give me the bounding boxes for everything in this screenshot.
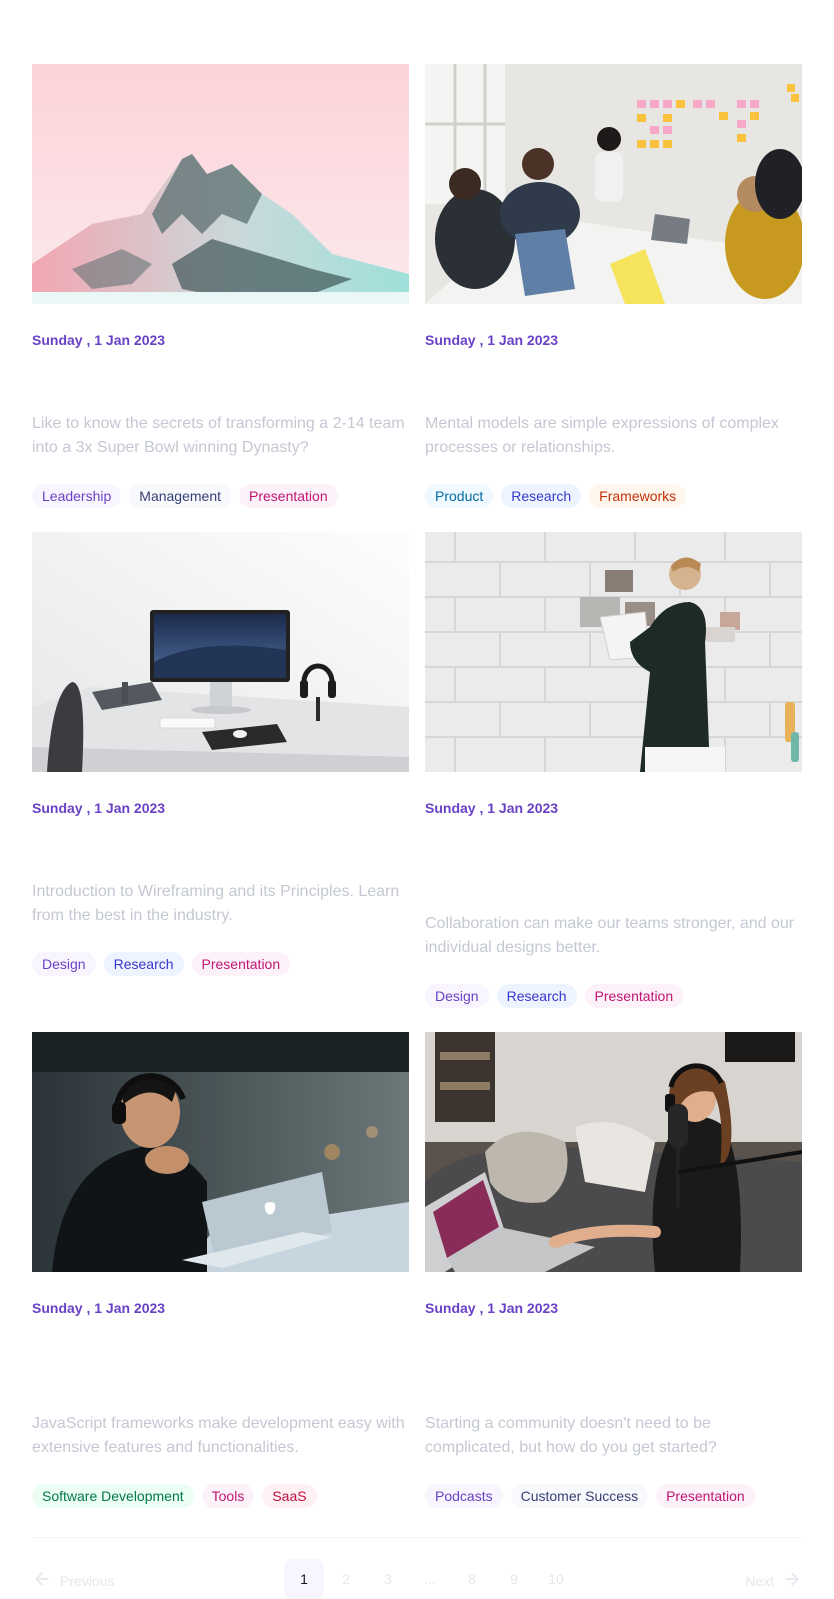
next-button[interactable]: Next <box>745 1569 802 1592</box>
tag-presentation[interactable]: Presentation <box>584 984 684 1008</box>
pagination-divider <box>32 1537 802 1538</box>
post-image-podcast[interactable] <box>425 1032 802 1272</box>
blog-card[interactable]: Sunday , 1 Jan 2023 Starting a community… <box>425 1032 802 1508</box>
tag-saas[interactable]: SaaS <box>262 1484 317 1508</box>
post-image-meeting[interactable] <box>425 64 802 304</box>
blog-card[interactable]: Sunday , 1 Jan 2023 JavaScript framework… <box>32 1032 409 1508</box>
blog-card[interactable]: Sunday , 1 Jan 2023 Like to know the sec… <box>32 64 409 508</box>
tag-presentation[interactable]: Presentation <box>656 1484 755 1508</box>
post-tags: Software Development Tools SaaS <box>32 1484 317 1508</box>
post-date: Sunday , 1 Jan 2023 <box>425 1300 559 1316</box>
tag-design[interactable]: Design <box>425 984 489 1008</box>
tag-management[interactable]: Management <box>129 484 231 508</box>
previous-label: Previous <box>60 1572 115 1589</box>
next-label: Next <box>745 1572 774 1589</box>
post-date: Sunday , 1 Jan 2023 <box>425 332 559 348</box>
post-description: Introduction to Wireframing and its Prin… <box>32 883 400 924</box>
arrow-left-icon <box>32 1569 52 1592</box>
blog-card[interactable]: Sunday , 1 Jan 2023 Mental models are si… <box>425 64 802 508</box>
post-date: Sunday , 1 Jan 2023 <box>32 1300 166 1316</box>
post-description: Like to know the secrets of transforming… <box>32 415 405 456</box>
page-number-8[interactable]: 8 <box>452 1559 492 1599</box>
tag-presentation[interactable]: Presentation <box>239 484 338 508</box>
blog-card[interactable]: Sunday , 1 Jan 2023 Introduction to Wire… <box>32 532 409 976</box>
tag-customer-success[interactable]: Customer Success <box>510 1484 649 1508</box>
tag-software-development[interactable]: Software Development <box>32 1484 194 1508</box>
page-ellipsis: ... <box>424 1571 436 1587</box>
post-tags: Design Research Presentation <box>425 984 684 1008</box>
tag-research[interactable]: Research <box>103 952 184 976</box>
tag-research[interactable]: Research <box>496 984 577 1008</box>
tag-research[interactable]: Research <box>501 484 582 508</box>
post-date: Sunday , 1 Jan 2023 <box>32 332 166 348</box>
blog-card[interactable]: Sunday , 1 Jan 2023 Collaboration can ma… <box>425 532 802 1008</box>
post-tags: Leadership Management Presentation <box>32 484 338 508</box>
page-number-3[interactable]: 3 <box>368 1559 408 1599</box>
tag-design[interactable]: Design <box>32 952 96 976</box>
page-numbers: 1 2 3 ... 8 9 10 <box>284 1559 576 1599</box>
post-image-brick-wall[interactable] <box>425 532 802 772</box>
post-description: Starting a community doesn't need to be … <box>425 1415 717 1456</box>
tag-leadership[interactable]: Leadership <box>32 484 122 508</box>
pagination: Previous 1 2 3 ... 8 9 10 Next <box>32 1559 802 1599</box>
arrow-right-icon <box>782 1569 802 1592</box>
post-image-developer[interactable] <box>32 1032 409 1272</box>
post-description: Collaboration can make our teams stronge… <box>425 915 795 956</box>
post-date: Sunday , 1 Jan 2023 <box>32 800 166 816</box>
post-description: JavaScript frameworks make development e… <box>32 1415 405 1456</box>
page-number-2[interactable]: 2 <box>326 1559 366 1599</box>
post-date: Sunday , 1 Jan 2023 <box>425 800 559 816</box>
tag-presentation[interactable]: Presentation <box>191 952 291 976</box>
post-tags: Design Research Presentation <box>32 952 291 976</box>
post-image-mountain[interactable] <box>32 64 409 304</box>
post-tags: Podcasts Customer Success Presentation <box>425 1484 755 1508</box>
tag-tools[interactable]: Tools <box>201 1484 255 1508</box>
page-number-10[interactable]: 10 <box>536 1559 576 1599</box>
tag-podcasts[interactable]: Podcasts <box>425 1484 503 1508</box>
page-number-9[interactable]: 9 <box>494 1559 534 1599</box>
post-tags: Product Research Frameworks <box>425 484 687 508</box>
post-image-desk[interactable] <box>32 532 409 772</box>
post-description: Mental models are simple expressions of … <box>425 415 779 456</box>
page-number-1[interactable]: 1 <box>284 1559 324 1599</box>
tag-product[interactable]: Product <box>425 484 494 508</box>
tag-frameworks[interactable]: Frameworks <box>589 484 687 508</box>
previous-button[interactable]: Previous <box>32 1569 114 1592</box>
